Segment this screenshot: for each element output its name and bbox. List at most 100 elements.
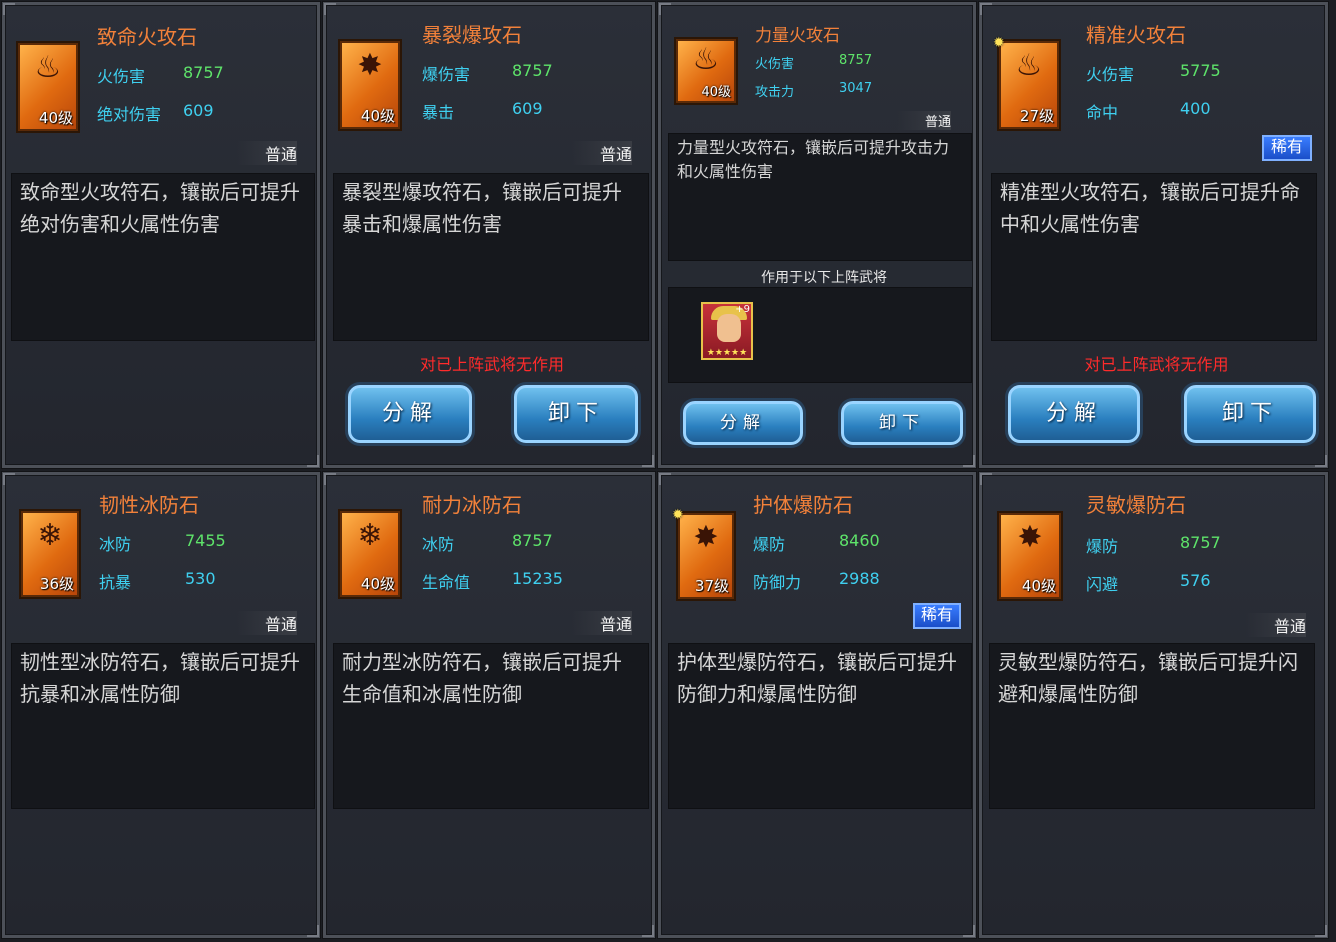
rune-card-1: ♨ 40级 致命火攻石 火伤害 8757 绝对伤害 609 普通 致命型火攻符石…	[2, 2, 320, 468]
stat-value: 15235	[512, 569, 563, 588]
rune-title: 韧性冰防石	[99, 493, 199, 517]
rune-description: 致命型火攻符石，镶嵌后可提升绝对伤害和火属性伤害	[11, 173, 315, 341]
rune-description: 韧性型冰防符石，镶嵌后可提升抗暴和冰属性防御	[11, 643, 315, 809]
rune-card-4: ✹ ♨ 27级 精准火攻石 火伤害 5775 命中 400 稀有 精准型火攻符石…	[979, 2, 1328, 468]
rune-title: 精准火攻石	[1086, 23, 1186, 47]
stat-name: 抗暴	[99, 573, 132, 592]
fire-rune-icon: ♨ 40级	[676, 39, 736, 103]
decompose-button[interactable]: 分解	[348, 385, 472, 443]
warning-text: 对已上阵武将无作用	[419, 355, 564, 374]
grade-label: 普通	[897, 111, 952, 130]
stat-name: 冰防	[99, 535, 132, 554]
stat-name: 生命值	[422, 573, 471, 592]
rune-description: 暴裂型爆攻符石，镶嵌后可提升暴击和爆属性伤害	[333, 173, 649, 341]
rune-title: 力量火攻石	[755, 26, 840, 46]
stat-name: 命中	[1086, 103, 1119, 122]
stat-value: 8460	[839, 531, 880, 550]
rune-level: 40级	[38, 109, 73, 127]
rare-badge: 稀有	[913, 603, 961, 629]
rune-title: 耐力冰防石	[422, 493, 522, 517]
rune-card-5: ❄ 36级 韧性冰防石 冰防 7455 抗暴 530 普通 韧性型冰防符石，镶嵌…	[2, 472, 320, 938]
grade-label: 普通	[237, 141, 298, 165]
rune-level: 40级	[701, 85, 731, 100]
stat-name: 爆防	[1086, 537, 1119, 556]
stat-value: 8757	[1180, 533, 1221, 552]
stat-value: 2988	[839, 569, 880, 588]
stat-name: 闪避	[1086, 575, 1119, 594]
hero-portrait[interactable]: +9 ★★★★★	[701, 302, 753, 360]
hero-slot-area: +9 ★★★★★	[668, 287, 972, 383]
unequip-button[interactable]: 卸下	[841, 401, 963, 445]
grade-label: 普通	[237, 611, 298, 635]
grade-label: 普通	[572, 141, 633, 165]
stat-value: 609	[512, 99, 543, 118]
rune-glyph: ✸	[357, 48, 383, 83]
stat-name: 防御力	[753, 573, 802, 592]
stat-value: 8757	[839, 53, 873, 68]
rune-description: 护体型爆防符石，镶嵌后可提升防御力和爆属性防御	[668, 643, 972, 809]
stat-value: 609	[183, 101, 214, 120]
burst-rune-icon: ✹ ✸ 37级	[672, 507, 734, 599]
rune-card-3: ♨ 40级 力量火攻石 火伤害 8757 攻击力 3047 普通 力量型火攻符石…	[658, 2, 976, 468]
rune-description: 力量型火攻符石，镶嵌后可提升攻击力和火属性伤害	[668, 133, 972, 261]
stat-value: 400	[1180, 99, 1211, 118]
rune-card-2: ✸ 40级 暴裂爆攻石 爆伤害 8757 暴击 609 普通 暴裂型爆攻符石，镶…	[323, 2, 655, 468]
ice-rune-icon: ❄ 36级	[21, 511, 79, 597]
decompose-button[interactable]: 分解	[1008, 385, 1140, 443]
decompose-button[interactable]: 分解	[683, 401, 803, 445]
hero-plus-level: +9	[735, 304, 750, 315]
fire-rune-icon: ✹ ♨ 27级	[993, 35, 1059, 129]
rare-badge: 稀有	[1262, 135, 1312, 161]
hero-stars-icon: ★★★★★	[706, 348, 748, 358]
stat-value: 530	[185, 569, 216, 588]
stat-value: 5775	[1180, 61, 1221, 80]
applies-to-label: 作用于以下上阵武将	[761, 270, 887, 286]
stat-name: 爆伤害	[422, 65, 471, 84]
unequip-button[interactable]: 卸下	[1184, 385, 1316, 443]
rune-level: 37级	[694, 577, 729, 595]
rune-description: 精准型火攻符石，镶嵌后可提升命中和火属性伤害	[991, 173, 1317, 341]
ice-rune-icon: ❄ 40级	[340, 511, 400, 597]
hero-face	[717, 314, 741, 342]
fire-rune-icon: ♨ 40级	[18, 43, 78, 131]
stat-name: 火伤害	[755, 57, 795, 72]
rune-title: 暴裂爆攻石	[422, 23, 522, 47]
rune-glyph: ❄	[37, 518, 63, 553]
unequip-button[interactable]: 卸下	[514, 385, 638, 443]
rune-level: 40级	[1021, 577, 1056, 595]
stat-value: 3047	[839, 81, 873, 96]
rune-glyph: ♨	[34, 50, 62, 85]
stat-name: 绝对伤害	[97, 105, 162, 124]
rune-description: 耐力型冰防符石，镶嵌后可提升生命值和冰属性防御	[333, 643, 649, 809]
burst-rune-icon: ✸ 40级	[999, 513, 1061, 599]
rune-glyph: ✸	[1017, 520, 1043, 555]
warning-text: 对已上阵武将无作用	[1084, 355, 1229, 374]
grade-label: 普通	[1246, 613, 1307, 637]
stat-value: 8757	[183, 63, 224, 82]
rune-level: 40级	[360, 575, 395, 593]
stat-name: 冰防	[422, 535, 455, 554]
stat-value: 8757	[512, 531, 553, 550]
rune-level: 40级	[360, 107, 395, 125]
rune-glyph: ❄	[357, 518, 383, 553]
rune-glyph: ✸	[693, 520, 719, 555]
stat-name: 火伤害	[1086, 65, 1135, 84]
rune-glyph: ♨	[692, 42, 720, 77]
rune-card-6: ❄ 40级 耐力冰防石 冰防 8757 生命值 15235 普通 耐力型冰防符石…	[323, 472, 655, 938]
burst-rune-icon: ✸ 40级	[340, 41, 400, 129]
rune-title: 灵敏爆防石	[1086, 493, 1186, 517]
rune-title: 致命火攻石	[97, 25, 197, 49]
grade-label: 普通	[572, 611, 633, 635]
stat-name: 火伤害	[97, 67, 146, 86]
stat-value: 8757	[512, 61, 553, 80]
stat-value: 7455	[185, 531, 226, 550]
stat-name: 爆防	[753, 535, 786, 554]
rune-title: 护体爆防石	[753, 493, 853, 517]
rune-card-7: ✹ ✸ 37级 护体爆防石 爆防 8460 防御力 2988 稀有 护体型爆防符…	[658, 472, 976, 938]
rune-level: 36级	[39, 575, 74, 593]
stat-name: 暴击	[422, 103, 455, 122]
rune-glyph: ♨	[1015, 48, 1043, 83]
stat-name: 攻击力	[755, 85, 795, 100]
rune-description: 灵敏型爆防符石，镶嵌后可提升闪避和爆属性防御	[989, 643, 1315, 809]
rune-card-8: ✸ 40级 灵敏爆防石 爆防 8757 闪避 576 普通 灵敏型爆防符石，镶嵌…	[979, 472, 1328, 938]
